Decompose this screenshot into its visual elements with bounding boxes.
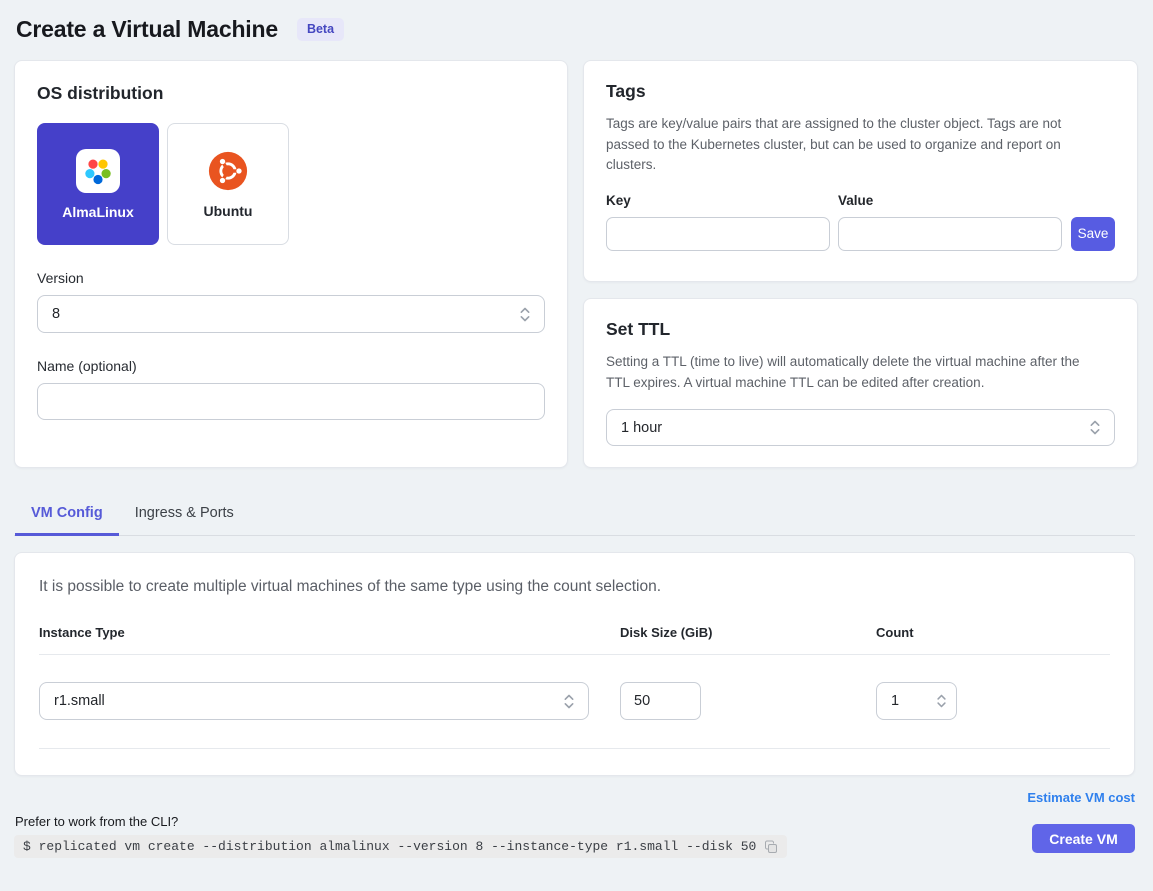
column-header-count: Count xyxy=(876,625,1110,654)
right-column: Tags Tags are key/value pairs that are a… xyxy=(583,60,1138,468)
vm-table-row: r1.small 1 xyxy=(39,655,1110,748)
top-cards-row: OS distribution AlmaLinux xyxy=(14,60,1135,468)
os-option-almalinux[interactable]: AlmaLinux xyxy=(37,123,159,245)
vm-table-header: Instance Type Disk Size (GiB) Count xyxy=(39,625,1110,654)
tab-vm-config[interactable]: VM Config xyxy=(15,495,119,536)
version-select-value: 8 xyxy=(52,306,60,322)
tags-form: Key Value Save xyxy=(606,193,1115,251)
cli-command-text: $ replicated vm create --distribution al… xyxy=(23,839,756,854)
save-tag-button[interactable]: Save xyxy=(1071,217,1115,251)
os-options: AlmaLinux xyxy=(37,123,545,245)
ttl-description: Setting a TTL (time to live) will automa… xyxy=(606,352,1088,393)
count-value: 1 xyxy=(891,693,899,709)
chevron-up-down-icon xyxy=(519,306,531,323)
cli-prompt-text: Prefer to work from the CLI? xyxy=(15,814,787,829)
ttl-select[interactable]: 1 hour xyxy=(606,409,1115,446)
os-option-ubuntu[interactable]: Ubuntu xyxy=(167,123,289,245)
vm-config-card: It is possible to create multiple virtua… xyxy=(14,552,1135,776)
page-title: Create a Virtual Machine xyxy=(16,16,278,43)
tags-card: Tags Tags are key/value pairs that are a… xyxy=(583,60,1138,282)
tag-value-field: Value xyxy=(838,193,1062,251)
create-vm-page: Create a Virtual Machine Beta OS distrib… xyxy=(0,0,1153,858)
tag-key-input[interactable] xyxy=(606,217,830,251)
table-row-divider xyxy=(39,748,1110,749)
tab-ingress-ports[interactable]: Ingress & Ports xyxy=(119,495,250,536)
os-distribution-card: OS distribution AlmaLinux xyxy=(14,60,568,468)
instance-type-value: r1.small xyxy=(54,693,105,709)
chevron-up-down-icon xyxy=(563,693,575,710)
os-card-title: OS distribution xyxy=(37,83,545,104)
column-header-disk-size: Disk Size (GiB) xyxy=(620,625,876,654)
chevron-up-down-icon xyxy=(1089,419,1101,436)
os-option-label: AlmaLinux xyxy=(62,204,134,220)
count-stepper[interactable]: 1 xyxy=(876,682,957,720)
almalinux-logo-icon xyxy=(76,149,120,193)
footer-links: Estimate VM cost xyxy=(14,789,1135,807)
tag-value-label: Value xyxy=(838,193,1062,208)
ttl-select-value: 1 hour xyxy=(621,420,662,436)
copy-icon[interactable] xyxy=(764,840,778,854)
tag-value-input[interactable] xyxy=(838,217,1062,251)
ubuntu-logo-icon xyxy=(207,150,249,192)
column-header-instance-type: Instance Type xyxy=(39,625,620,654)
tags-description: Tags are key/value pairs that are assign… xyxy=(606,114,1088,176)
instance-type-select[interactable]: r1.small xyxy=(39,682,589,720)
set-ttl-card: Set TTL Setting a TTL (time to live) wil… xyxy=(583,298,1138,468)
disk-size-input[interactable] xyxy=(620,682,701,720)
ttl-card-title: Set TTL xyxy=(606,319,1115,340)
tag-key-label: Key xyxy=(606,193,830,208)
name-label: Name (optional) xyxy=(37,358,545,374)
cli-block: Prefer to work from the CLI? $ replicate… xyxy=(14,814,787,858)
vm-table: Instance Type Disk Size (GiB) Count r1.s… xyxy=(39,625,1110,749)
footer-row: Prefer to work from the CLI? $ replicate… xyxy=(14,814,1135,858)
version-select[interactable]: 8 xyxy=(37,295,545,333)
estimate-vm-cost-link[interactable]: Estimate VM cost xyxy=(1027,790,1135,805)
page-header: Create a Virtual Machine Beta xyxy=(16,16,1135,43)
cli-command-block: $ replicated vm create --distribution al… xyxy=(14,835,787,858)
os-option-label: Ubuntu xyxy=(204,203,253,219)
config-tabs: VM Config Ingress & Ports xyxy=(14,495,1135,536)
tag-key-field: Key xyxy=(606,193,830,251)
beta-badge: Beta xyxy=(297,18,344,41)
create-vm-button[interactable]: Create VM xyxy=(1032,824,1135,853)
stepper-up-down-icon xyxy=(936,693,947,709)
name-input[interactable] xyxy=(37,383,545,420)
version-label: Version xyxy=(37,270,545,286)
vm-config-info: It is possible to create multiple virtua… xyxy=(39,578,1110,596)
tags-card-title: Tags xyxy=(606,81,1115,102)
